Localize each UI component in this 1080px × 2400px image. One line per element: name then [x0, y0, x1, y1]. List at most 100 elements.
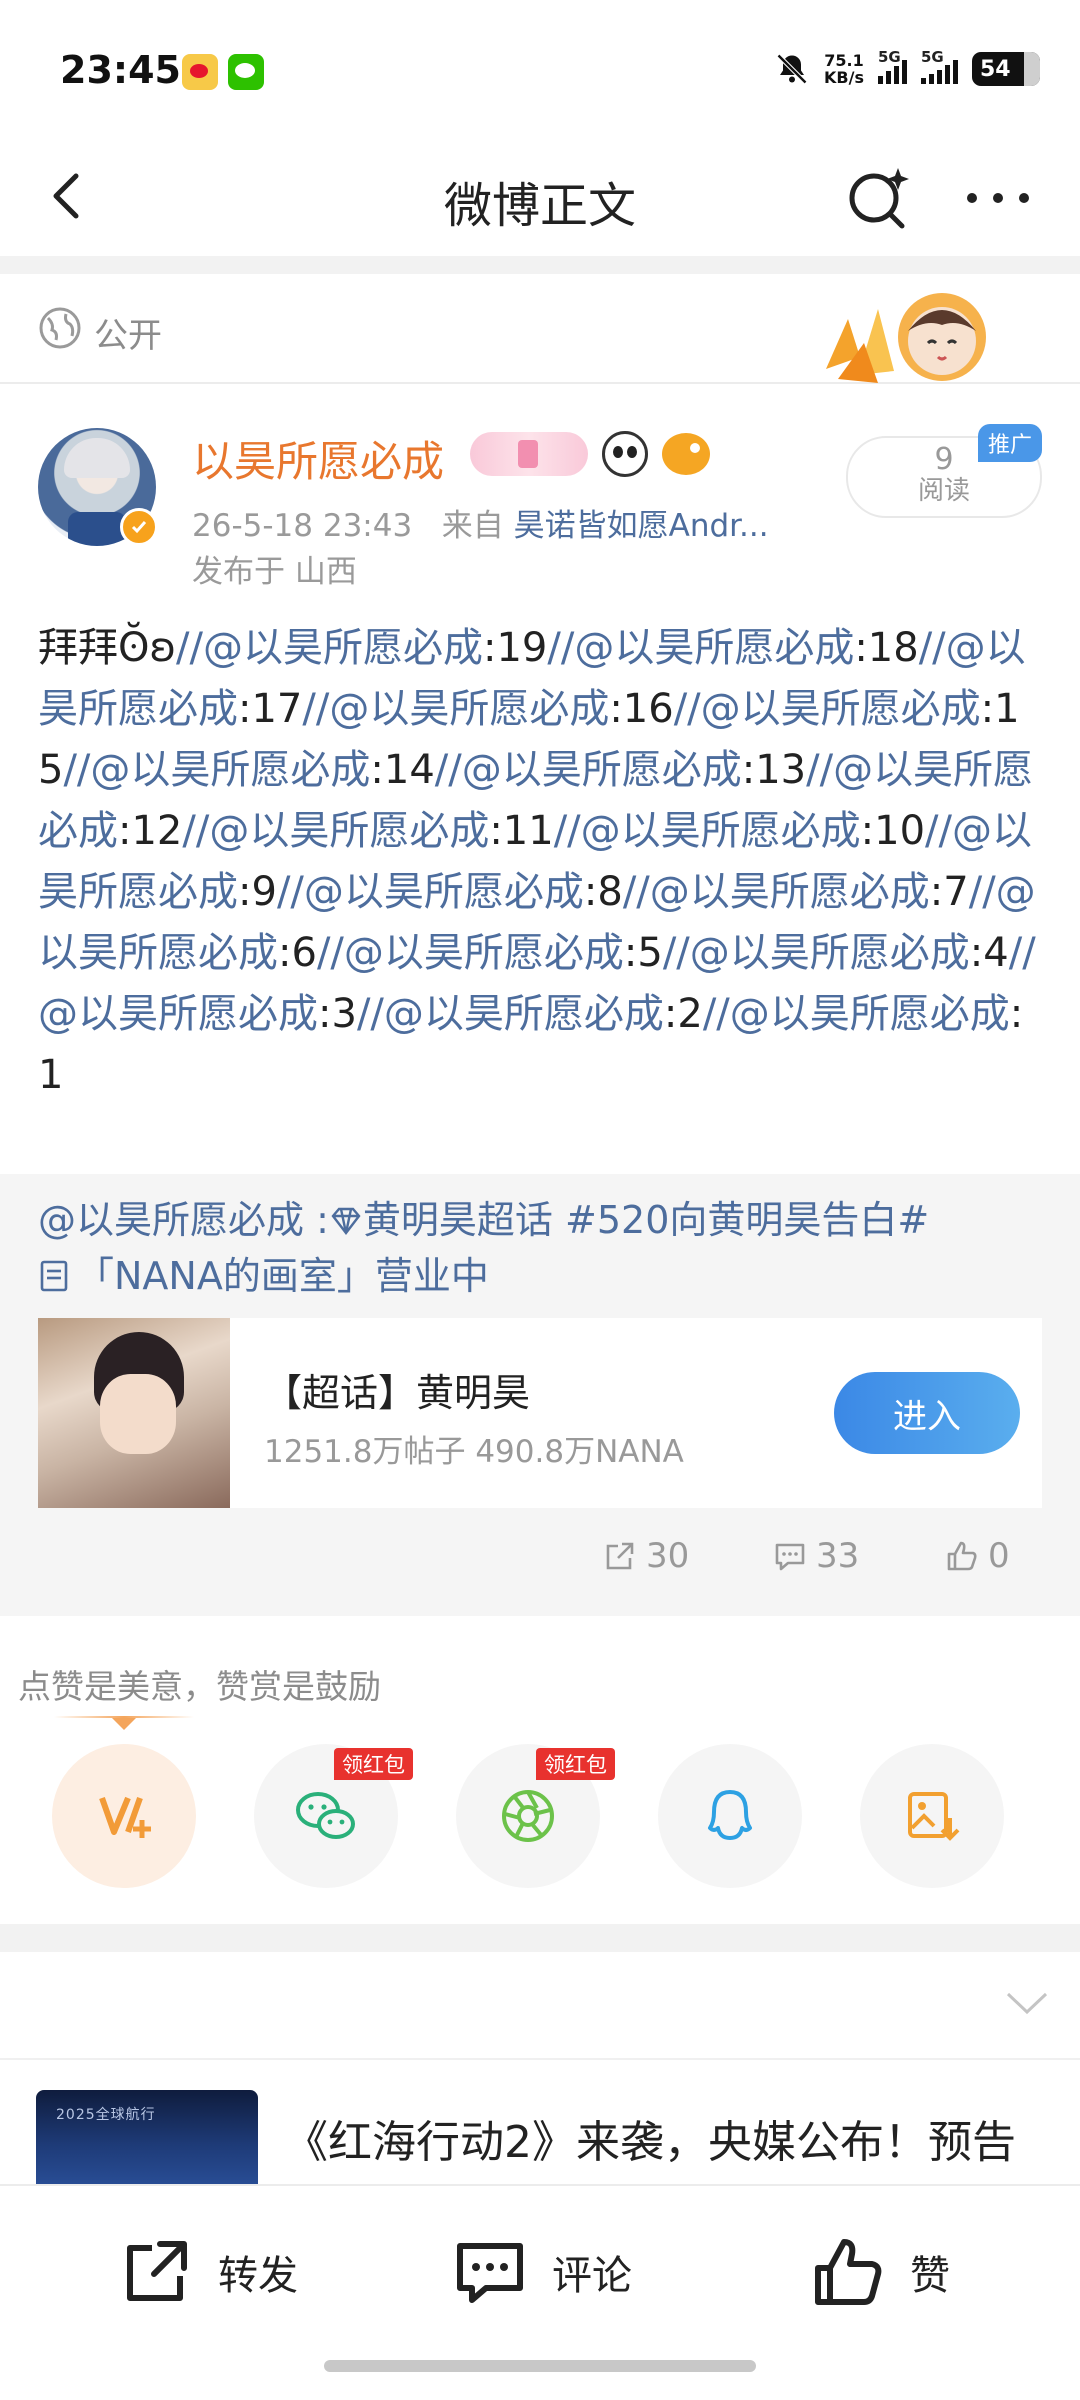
chain-mention[interactable]: @以昊所愿必成: [304, 869, 584, 915]
signal-2-icon: 5G: [921, 48, 958, 84]
search-spark-icon[interactable]: [842, 162, 914, 234]
chain-mention[interactable]: @以昊所愿必成: [209, 808, 489, 854]
network-speed-value: 75.1: [824, 51, 864, 70]
repost-actions: 30 33 0: [0, 1536, 1080, 1596]
diamond-icon: [331, 1207, 361, 1235]
repost-like-action[interactable]: 0: [944, 1536, 1010, 1576]
chain-number: :11: [489, 808, 554, 854]
repost-text: @以昊所愿必成 : 黄明昊超话 #520向黄明昊告白# 「NANA的画室」营业中: [38, 1192, 1048, 1304]
chain-mention[interactable]: @以昊所愿必成: [574, 625, 854, 671]
red-packet-tag-1[interactable]: 领红包: [334, 1748, 413, 1780]
post-source-link[interactable]: 昊诺皆如愿Andr...: [514, 508, 769, 544]
username[interactable]: 以昊所愿必成: [192, 428, 444, 489]
chain-mention[interactable]: @以昊所愿必成: [329, 686, 609, 732]
repost-label: 转发: [218, 2253, 298, 2299]
repost-comment-count: 33: [816, 1536, 860, 1576]
network-speed: 75.1 KB/s: [824, 52, 864, 86]
battery-level: 54: [980, 56, 1011, 82]
bottom-action-bar: 转发 评论 赞: [0, 2184, 1080, 2400]
repost-share-action[interactable]: 30: [602, 1536, 689, 1576]
chain-number: :2: [663, 991, 703, 1037]
supertopic-card[interactable]: 【超话】黄明昊 1251.8万帖子 490.8万NANA 进入: [38, 1318, 1042, 1508]
reward-icon: [99, 1796, 151, 1838]
repost-chain: //@以昊所愿必成:19//@以昊所愿必成:18//@以昊所愿必成:17//@以…: [38, 625, 1036, 1098]
feed-divider: [0, 2058, 1080, 2060]
comment-icon: [775, 1543, 805, 1571]
news-title[interactable]: 《红海行动2》来袭，央媒公布！预告: [284, 2108, 1064, 2184]
chain-number: :14: [370, 747, 435, 793]
hashtag-link[interactable]: #520向黄明昊告白#: [553, 1198, 929, 1242]
chain-separator: //: [1008, 930, 1036, 976]
panda-badge-icon[interactable]: [602, 431, 648, 477]
supertopic-link[interactable]: 黄明昊超话: [363, 1198, 553, 1242]
comment-icon: [457, 2243, 523, 2303]
news-thumbnail[interactable]: 2025全球航行: [36, 2090, 258, 2190]
repost-card[interactable]: @以昊所愿必成 : 黄明昊超话 #520向黄明昊告白# 「NANA的画室」营业中 …: [0, 1174, 1080, 1616]
chain-number: :5: [623, 930, 663, 976]
chain-mention[interactable]: @以昊所愿必成: [38, 991, 318, 1037]
chain-mention[interactable]: @以昊所愿必成: [650, 869, 930, 915]
chain-separator: //: [925, 808, 952, 854]
signal-2-label: 5G: [921, 48, 944, 66]
home-indicator[interactable]: [324, 2360, 756, 2372]
moments-icon: [502, 1790, 554, 1842]
chain-mention[interactable]: @以昊所愿必成: [462, 747, 742, 793]
chain-number: :17: [238, 686, 303, 732]
studio-line[interactable]: 「NANA的画室」营业中: [76, 1254, 489, 1298]
like-button[interactable]: 赞: [808, 2232, 950, 2312]
chain-number: :6: [278, 930, 317, 976]
chain-separator: //: [276, 869, 304, 915]
chain-mention[interactable]: @以昊所愿必成: [730, 991, 1010, 1037]
supertopic-stats: 1251.8万帖子 490.8万NANA: [264, 1434, 684, 1470]
chain-separator: //: [702, 991, 730, 1037]
chain-mention[interactable]: @以昊所愿必成: [701, 686, 981, 732]
repost-button[interactable]: 转发: [116, 2232, 298, 2312]
chain-mention[interactable]: @以昊所愿必成: [90, 747, 370, 793]
enter-button[interactable]: 进入: [834, 1372, 1020, 1454]
thumb-up-icon: [815, 2239, 882, 2305]
status-bar: 23:45 75.1 KB/s 5G 5G 54: [0, 0, 1080, 140]
like-label: 赞: [910, 2253, 950, 2299]
fan-badge-icon[interactable]: [470, 432, 588, 476]
wechat-notification-icon: [228, 54, 264, 90]
page-title: 微博正文: [443, 178, 636, 234]
status-time: 23:45: [60, 48, 181, 92]
chain-separator: //: [176, 625, 203, 671]
fish-badge-icon[interactable]: [662, 433, 710, 475]
chain-separator: //: [806, 747, 834, 793]
reward-caret: [112, 1718, 136, 1730]
chevron-down-icon[interactable]: [1004, 1988, 1050, 2018]
share-icon: [606, 1542, 634, 1570]
save-image-button[interactable]: [860, 1744, 1004, 1888]
supertopic-title: 【超话】黄明昊: [264, 1371, 531, 1415]
chain-separator: //: [182, 808, 210, 854]
signal-1-icon: 5G: [878, 48, 907, 84]
user-badges: [470, 428, 710, 480]
reward-button[interactable]: [52, 1744, 196, 1888]
status-indicators: 75.1 KB/s 5G 5G 54: [774, 46, 1040, 92]
chain-number: :9: [238, 869, 277, 915]
promo-tag[interactable]: 推广: [978, 424, 1042, 462]
verified-badge-icon: [120, 508, 158, 546]
chain-separator: //: [673, 686, 701, 732]
wechat-icon: [296, 1792, 355, 1839]
chain-mention[interactable]: @以昊所愿必成: [384, 991, 664, 1037]
nav-bar: 微博正文: [0, 140, 1080, 256]
chain-mention[interactable]: @以昊所愿必成: [690, 930, 970, 976]
repost-author-mention[interactable]: @以昊所愿必成: [38, 1198, 304, 1242]
repost-like-count: 0: [988, 1536, 1010, 1576]
chain-mention[interactable]: @以昊所愿必成: [203, 625, 483, 671]
chain-number: :13: [741, 747, 807, 793]
comment-button[interactable]: 评论: [450, 2232, 632, 2312]
chain-separator: //: [622, 869, 650, 915]
save-image-icon: [908, 1792, 960, 1841]
red-packet-tag-2[interactable]: 领红包: [536, 1748, 615, 1780]
more-icon[interactable]: [960, 166, 1036, 230]
chain-separator: //: [434, 747, 462, 793]
repost-comment-action[interactable]: 33: [772, 1536, 859, 1576]
share-qq-button[interactable]: [658, 1744, 802, 1888]
section-divider: [0, 1924, 1080, 1952]
chain-number: :3: [318, 991, 357, 1037]
chain-mention[interactable]: @以昊所愿必成: [344, 930, 624, 976]
chain-mention[interactable]: @以昊所愿必成: [581, 808, 861, 854]
